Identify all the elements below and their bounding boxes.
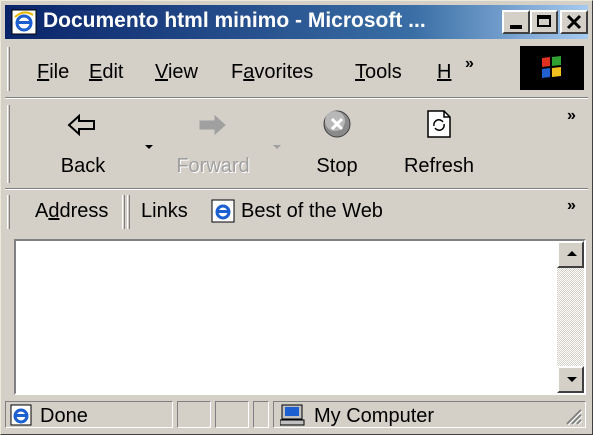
forward-label: Forward: [176, 155, 250, 177]
toolbar-overflow-chevron[interactable]: »: [567, 107, 576, 125]
window-title: Documento html minimo - Microsoft ...: [43, 9, 426, 32]
menubar-grip[interactable]: [7, 47, 10, 91]
close-icon: [566, 14, 582, 30]
refresh-icon: [427, 110, 451, 138]
address-grip[interactable]: [7, 195, 10, 229]
status-panel-main: Done: [5, 401, 173, 428]
refresh-button[interactable]: Refresh: [389, 103, 489, 183]
toolbar-separator: [5, 97, 588, 99]
internet-explorer-icon[interactable]: [11, 9, 37, 35]
address-bar: Address Links Best of the Web »: [5, 191, 588, 233]
link-best-of-the-web[interactable]: Best of the Web: [241, 200, 383, 223]
status-bar: Done My Computer: [5, 399, 588, 430]
status-panel-zone: My Computer: [273, 401, 586, 428]
links-grip[interactable]: [122, 195, 125, 229]
scroll-up-button[interactable]: [557, 241, 584, 268]
status-panel-2: [177, 401, 211, 428]
address-separator: [5, 188, 588, 190]
links-label[interactable]: Links: [141, 200, 188, 223]
minimize-button[interactable]: [502, 10, 530, 34]
title-bar[interactable]: Documento html minimo - Microsoft ...: [5, 5, 588, 39]
back-dropdown-icon[interactable]: [145, 145, 153, 149]
status-text: Done: [40, 405, 88, 427]
forward-arrow-icon: [199, 114, 226, 136]
scroll-down-button[interactable]: [557, 366, 584, 393]
refresh-label: Refresh: [403, 155, 475, 177]
scroll-down-icon: [567, 377, 577, 382]
menu-file[interactable]: File: [37, 61, 69, 84]
my-computer-icon: [280, 404, 305, 426]
back-label: Back: [60, 155, 106, 177]
menu-edit[interactable]: Edit: [89, 61, 123, 84]
forward-dropdown-icon[interactable]: [273, 145, 281, 149]
back-arrow-icon: [67, 113, 95, 137]
links-grip-2: [127, 195, 130, 229]
internet-explorer-icon: [211, 199, 235, 223]
minimize-icon: [510, 25, 522, 29]
stop-label: Stop: [316, 155, 358, 177]
toolbar-grip[interactable]: [7, 105, 10, 183]
stop-icon: [323, 110, 351, 138]
close-button[interactable]: [560, 10, 588, 34]
browser-window: Documento html minimo - Microsoft ... Fi…: [0, 0, 593, 435]
menu-overflow-chevron[interactable]: »: [465, 55, 474, 73]
status-panel-4: [253, 401, 269, 428]
menu-help[interactable]: H: [437, 61, 451, 84]
resize-grip-icon[interactable]: [563, 406, 583, 426]
zone-text: My Computer: [314, 405, 435, 427]
menu-bar: File Edit View Favorites Tools H »: [5, 43, 588, 95]
maximize-icon: [537, 15, 551, 27]
windows-logo: [520, 46, 584, 90]
back-button[interactable]: Back: [43, 103, 123, 183]
menu-tools[interactable]: Tools: [355, 61, 402, 84]
menu-favorites[interactable]: Favorites: [231, 61, 313, 84]
scroll-up-icon: [567, 251, 577, 256]
page-done-icon: [10, 404, 32, 426]
maximize-button[interactable]: [530, 10, 558, 34]
links-overflow-chevron[interactable]: »: [567, 197, 576, 215]
page-content[interactable]: [14, 239, 586, 395]
menu-view[interactable]: View: [155, 61, 198, 84]
stop-button[interactable]: Stop: [297, 103, 377, 183]
forward-button[interactable]: Forward: [163, 103, 263, 183]
standard-toolbar: Back Forward Stop Refresh »: [5, 101, 588, 187]
address-label[interactable]: Address: [35, 200, 108, 223]
windows-flag-icon: [542, 56, 561, 78]
status-panel-3: [215, 401, 249, 428]
vertical-scrollbar[interactable]: [557, 241, 584, 393]
